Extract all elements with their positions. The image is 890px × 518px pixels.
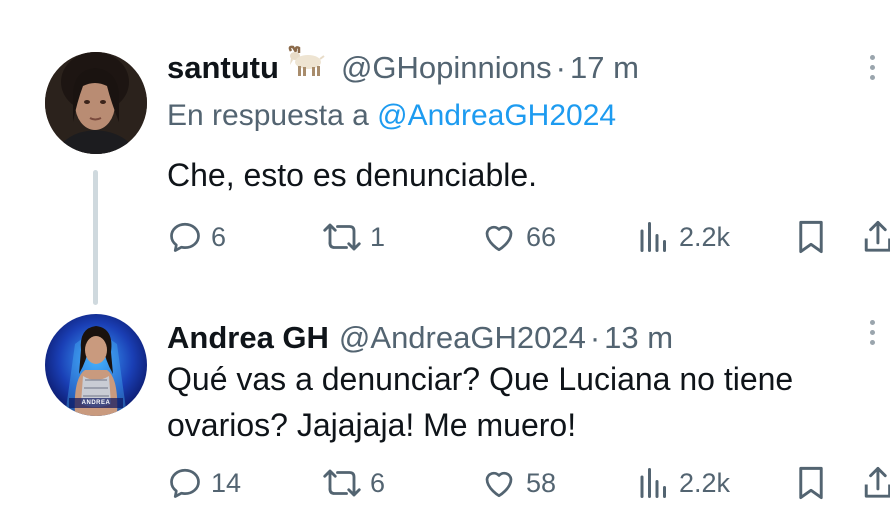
tweet-actions: 6 1 66 2.2k [0, 212, 890, 262]
share-button[interactable] [860, 458, 890, 508]
tweet-text: Che, esto es denunciable. [167, 157, 538, 193]
timestamp[interactable]: 13 m [604, 320, 673, 355]
bookmark-button[interactable] [796, 458, 826, 508]
bookmark-icon [799, 466, 823, 500]
share-icon [864, 466, 890, 498]
reply-count: 14 [211, 467, 242, 498]
goat-emoji-icon [285, 45, 325, 89]
like-count: 66 [526, 221, 557, 252]
avatar-label: ANDREA [81, 400, 111, 406]
retweet-button[interactable]: 1 [322, 212, 385, 262]
reply-count: 6 [211, 221, 227, 252]
avatar[interactable]: ANDREA [45, 314, 147, 416]
tweet[interactable]: santutu @GHopinnions · 17 m En respuesta a… [0, 0, 890, 310]
like-icon [485, 225, 513, 252]
tweet-header: Andrea GH @AndreaGH2024 · 13 m [167, 318, 673, 358]
views-count: 2.2k [679, 221, 731, 252]
retweet-button[interactable]: 6 [322, 458, 385, 508]
views-icon [640, 468, 666, 498]
views-count: 2.2k [679, 467, 731, 498]
like-count: 58 [526, 467, 557, 498]
tweet-header: santutu @GHopinnions · 17 m [167, 45, 639, 89]
timestamp[interactable]: 17 m [570, 50, 639, 85]
more-icon[interactable] [870, 320, 876, 350]
views-button[interactable]: 2.2k [637, 212, 730, 262]
tweet-text: Qué vas a denunciar? Que Luciana no tien… [167, 361, 794, 443]
reply-icon [170, 222, 200, 252]
tweet-actions: 14 6 58 2.2k [0, 458, 890, 508]
reply-icon [170, 468, 200, 498]
separator: · [589, 320, 601, 355]
separator: · [555, 50, 566, 85]
user-handle[interactable]: @AndreaGH2024 [339, 320, 586, 355]
retweet-icon [323, 223, 361, 251]
bookmark-icon [799, 220, 823, 254]
more-icon[interactable] [870, 55, 876, 85]
bookmark-button[interactable] [796, 212, 826, 262]
reply-context: En respuesta a @AndreaGH2024 [167, 96, 616, 136]
display-name[interactable]: Andrea GH [167, 320, 329, 355]
like-button[interactable]: 66 [480, 212, 556, 262]
reply-mention-link[interactable]: @AndreaGH2024 [377, 99, 616, 132]
avatar[interactable] [45, 52, 147, 154]
like-button[interactable]: 58 [480, 458, 556, 508]
views-icon [640, 222, 666, 252]
views-button[interactable]: 2.2k [637, 458, 730, 508]
retweet-icon [323, 469, 361, 497]
retweet-count: 1 [370, 221, 386, 252]
user-handle[interactable]: @GHopinnions [341, 50, 552, 85]
reply-prefix: En respuesta a [167, 99, 369, 132]
share-icon [864, 220, 890, 252]
like-icon [485, 471, 513, 498]
display-name[interactable]: santutu [167, 50, 279, 85]
reply-button[interactable]: 6 [167, 212, 226, 262]
retweet-count: 6 [370, 467, 386, 498]
reply-button[interactable]: 14 [167, 458, 241, 508]
share-button[interactable] [860, 212, 890, 262]
tweet[interactable]: ANDREA Andrea GH @AndreaGH2024 · 13 m Qué v… [0, 310, 890, 518]
